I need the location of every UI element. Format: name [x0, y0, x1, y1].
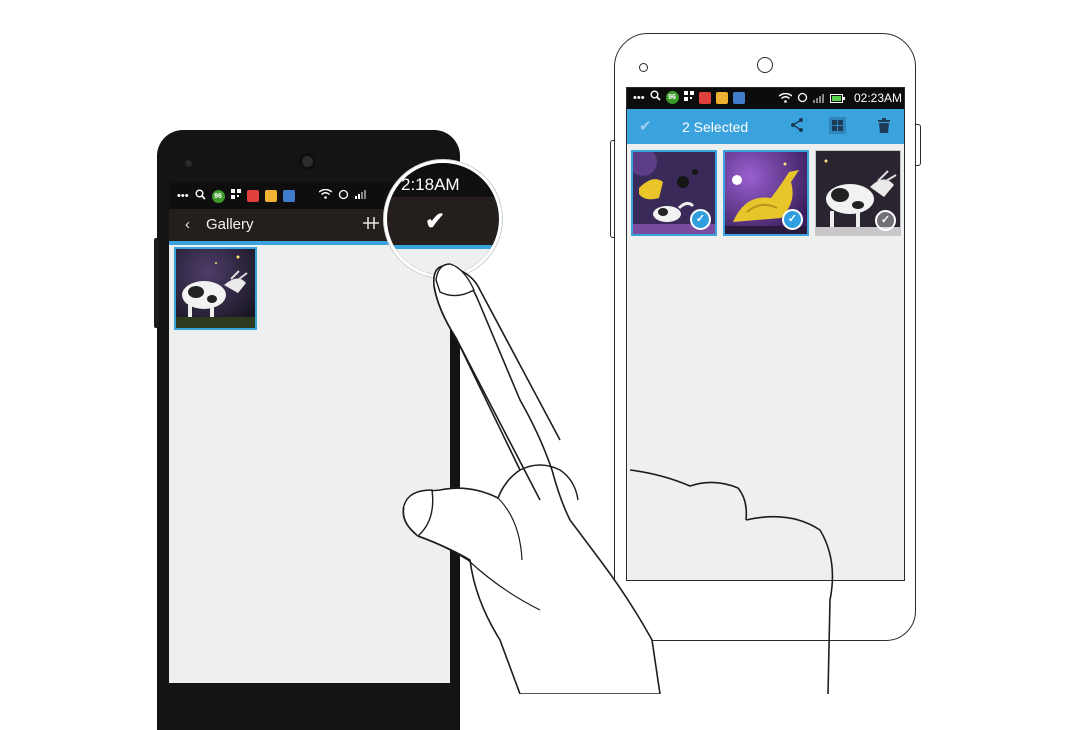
- chevron-left-icon[interactable]: ‹: [185, 216, 190, 233]
- photo-notification-icon: [732, 91, 745, 104]
- gallery-title: Gallery: [206, 216, 254, 233]
- selected-check-icon[interactable]: ✓: [690, 209, 711, 230]
- right-phone-screen: ••• 96 02:23AM ✔ 2 Selected ✓ ✓ ✓: [626, 87, 905, 581]
- alarm-icon: [338, 189, 349, 204]
- status-icons-left: ••• 96: [633, 90, 745, 105]
- selection-action-bar: [627, 109, 904, 144]
- right-phone-sensor: [639, 63, 648, 72]
- qr-icon: [230, 189, 241, 203]
- wifi-icon: [318, 188, 332, 203]
- share-icon[interactable]: [789, 117, 805, 133]
- wifi-icon: [778, 92, 793, 107]
- app-notification-icon: [698, 91, 711, 104]
- signal-icon: [813, 93, 825, 107]
- edit-notification-icon: [715, 91, 728, 104]
- magnifier-callout: 2:18AM ✔: [384, 160, 502, 278]
- status-time: 02:23AM: [853, 91, 902, 105]
- trash-icon[interactable]: [877, 118, 891, 133]
- search-icon: [650, 90, 661, 105]
- right-status-bar: ••• 96 02:23AM: [627, 88, 904, 109]
- notification-dots: •••: [633, 91, 645, 104]
- checkmark-icon[interactable]: ✔: [425, 207, 445, 236]
- gallery-thumbnail[interactable]: ✓: [723, 150, 809, 236]
- left-phone-camera: [299, 153, 316, 170]
- magnified-accent-line: [387, 245, 499, 249]
- qr-icon: [683, 90, 694, 105]
- battery-percent-badge: 96: [211, 189, 225, 203]
- unselected-check-icon[interactable]: ✓: [875, 210, 896, 231]
- right-phone-camera: [757, 57, 773, 73]
- checkmark-icon[interactable]: ✔: [639, 117, 652, 135]
- app-notification-icon: [246, 190, 259, 202]
- photo-notification-icon: [282, 190, 295, 202]
- notification-dots: •••: [177, 190, 189, 202]
- status-time: 2:18AM: [401, 175, 460, 194]
- gallery-thumbnail[interactable]: ✓: [815, 150, 901, 236]
- left-phone-sensor: [185, 160, 192, 167]
- gallery-thumbnail[interactable]: ✓: [631, 150, 717, 236]
- edit-notification-icon: [264, 190, 277, 202]
- grid-icon[interactable]: [829, 117, 846, 134]
- status-icons-right: [778, 92, 845, 107]
- alarm-icon: [797, 92, 808, 107]
- filter-icon[interactable]: [362, 214, 380, 232]
- left-phone-side-button: [154, 238, 159, 328]
- gallery-thumbnail[interactable]: [174, 247, 257, 330]
- search-icon: [195, 189, 206, 204]
- selection-count-title: 2 Selected: [682, 119, 749, 135]
- battery-percent-badge: 96: [665, 91, 679, 104]
- selected-check-icon[interactable]: ✓: [782, 209, 803, 230]
- magnified-screen-area: [387, 245, 499, 275]
- battery-icon: [830, 93, 845, 107]
- signal-icon: [354, 189, 367, 203]
